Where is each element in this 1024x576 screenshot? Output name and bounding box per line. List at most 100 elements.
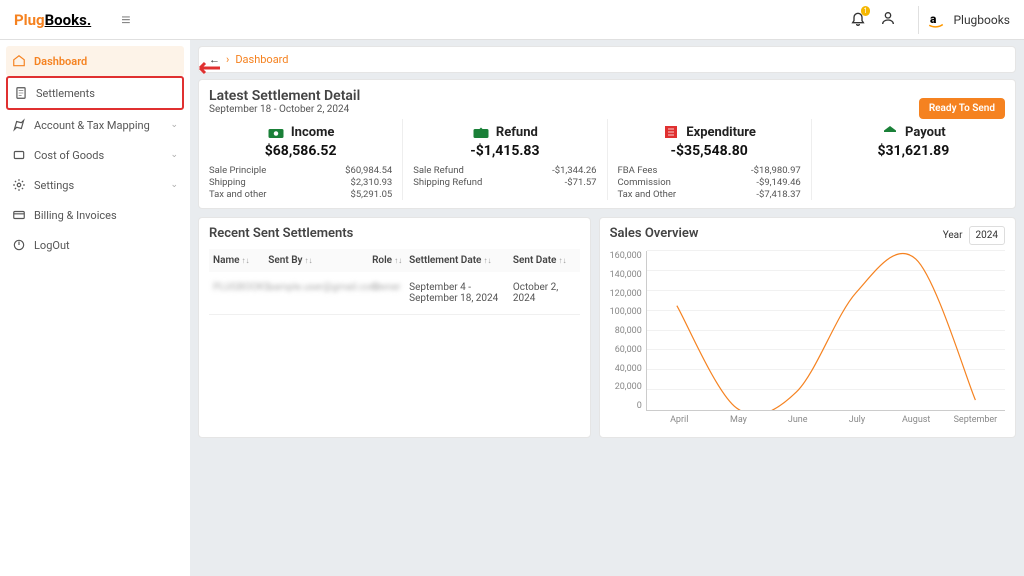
sidebar-item-settlements[interactable]: Settlements: [6, 76, 184, 110]
sort-icon: ↑↓: [305, 256, 313, 265]
recent-title: Recent Sent Settlements: [209, 226, 580, 241]
notifications-button[interactable]: 1: [850, 10, 866, 29]
breadcrumb: ← › Dashboard: [198, 46, 1016, 73]
year-label: Year: [943, 230, 963, 241]
x-tick: August: [887, 415, 946, 425]
metric-line: Sale Principle$60,984.54: [209, 165, 392, 176]
y-tick: 80,000: [615, 326, 642, 336]
metric-line: Tax and other$5,291.05: [209, 189, 392, 200]
sort-icon: ↑↓: [483, 256, 491, 265]
logo-text-books: Books.: [45, 11, 92, 29]
sidebar-item-label: Cost of Goods: [34, 149, 104, 162]
sidebar-item-label: Dashboard: [34, 55, 87, 68]
metric-line: Commission-$9,149.46: [618, 177, 801, 188]
cell-role: Owner: [372, 282, 409, 304]
ready-to-send-button[interactable]: Ready To Send: [919, 98, 1005, 119]
sales-overview-card: Sales Overview Year 2024 160,000140,0001…: [599, 217, 1016, 438]
sidebar-item-billing[interactable]: Billing & Invoices: [6, 200, 184, 230]
sidebar-item-account[interactable]: Account & Tax Mapping ⌄: [6, 110, 184, 140]
metric-refund: Refund-$1,415.83Sale Refund-$1,344.26Shi…: [403, 119, 607, 200]
sidebar-item-label: LogOut: [34, 239, 70, 252]
sidebar-item-dashboard[interactable]: Dashboard: [6, 46, 184, 76]
settlement-card: Latest Settlement Detail September 18 - …: [198, 79, 1016, 209]
hamburger-icon[interactable]: ≡: [121, 10, 130, 30]
refund-icon: [472, 123, 490, 141]
tag-icon: [12, 148, 26, 162]
payout-icon: [881, 123, 899, 141]
chevron-down-icon: ⌄: [170, 120, 178, 130]
x-tick: June: [768, 415, 827, 425]
sidebar-item-label: Settings: [34, 179, 74, 192]
col-name[interactable]: Name↑↓: [209, 255, 268, 266]
cell-sent-by: sample.user@gmail.com: [268, 282, 372, 304]
metric-total: $31,621.89: [822, 143, 1005, 159]
chart-y-axis: 160,000140,000120,000100,00080,00060,000…: [610, 251, 646, 411]
sidebar-item-label: Account & Tax Mapping: [34, 119, 150, 132]
chevron-down-icon: ⌄: [170, 150, 178, 160]
col-settle-date[interactable]: Settlement Date↑↓: [409, 255, 513, 266]
chart-x-axis: AprilMayJuneJulyAugustSeptember: [650, 415, 1005, 425]
table-row[interactable]: PLUGBOOKS sample.user@gmail.com Owner Se…: [209, 272, 580, 315]
metric-line: FBA Fees-$18,980.97: [618, 165, 801, 176]
y-tick: 20,000: [615, 382, 642, 392]
breadcrumb-sep: ›: [226, 53, 229, 66]
brand-name: Plugbooks: [953, 13, 1010, 27]
sidebar: Dashboard Settlements Account & Tax Mappin…: [0, 40, 190, 576]
cell-settle-date: September 4 - September 18, 2024: [409, 282, 513, 304]
metric-line: Sale Refund-$1,344.26: [413, 165, 596, 176]
year-selector: Year 2024: [943, 226, 1005, 245]
metric-total: -$35,548.80: [618, 143, 801, 159]
cell-name: PLUGBOOKS: [209, 282, 268, 304]
chart-line: [647, 251, 1005, 410]
svg-text:a: a: [930, 12, 937, 26]
metric-income: Income $68,586.52 Sale Principle$60,984.54…: [199, 119, 403, 200]
brand-selector[interactable]: a Plugbooks: [927, 11, 1010, 29]
card-icon: [12, 208, 26, 222]
gear-icon: [12, 178, 26, 192]
metric-total: $68,586.52: [209, 143, 392, 159]
x-tick: May: [709, 415, 768, 425]
metric-line: Tax and Other-$7,418.37: [618, 189, 801, 200]
col-sent-date[interactable]: Sent Date↑↓: [513, 255, 580, 266]
y-tick: 100,000: [610, 307, 642, 317]
logo[interactable]: PlugBooks.: [14, 11, 91, 29]
sidebar-item-settings[interactable]: Settings ⌄: [6, 170, 184, 200]
year-dropdown[interactable]: 2024: [969, 226, 1005, 245]
col-sent-by[interactable]: Sent By↑↓: [268, 255, 372, 266]
logo-text-plug: Plug: [14, 11, 45, 29]
metric-title: Expenditure: [686, 125, 756, 140]
user-icon: [880, 10, 896, 26]
sidebar-item-logout[interactable]: LogOut: [6, 230, 184, 260]
chevron-down-icon: ⌄: [170, 180, 178, 190]
chart-plot: [646, 251, 1005, 411]
sidebar-item-label: Settlements: [36, 87, 95, 100]
x-tick: April: [650, 415, 709, 425]
y-tick: 120,000: [610, 289, 642, 299]
x-tick: September: [946, 415, 1005, 425]
doc-icon: [14, 86, 28, 100]
user-menu-button[interactable]: [880, 10, 896, 29]
topbar: PlugBooks. ≡ 1 a Plugbooks: [0, 0, 1024, 40]
metric-title: Income: [291, 125, 334, 140]
metric-title: Refund: [496, 125, 538, 140]
y-tick: 140,000: [610, 270, 642, 280]
sidebar-item-cogs[interactable]: Cost of Goods ⌄: [6, 140, 184, 170]
recent-settlements-card: Recent Sent Settlements Name↑↓ Sent By↑↓…: [198, 217, 591, 438]
sort-icon: ↑↓: [242, 256, 250, 265]
col-role[interactable]: Role↑↓: [372, 255, 409, 266]
notification-badge: 1: [861, 6, 871, 16]
sort-icon: ↑↓: [558, 256, 566, 265]
sort-icon: ↑↓: [394, 256, 402, 265]
breadcrumb-link[interactable]: Dashboard: [235, 53, 288, 66]
sidebar-item-label: Billing & Invoices: [34, 209, 117, 222]
map-icon: [12, 118, 26, 132]
settlement-title: Latest Settlement Detail: [209, 88, 1005, 104]
table-header: Name↑↓ Sent By↑↓ Role↑↓ Settlement Date↑…: [209, 249, 580, 272]
metric-line: Shipping Refund-$71.57: [413, 177, 596, 188]
metric-expend: Expenditure -$35,548.80 FBA Fees-$18,980.9…: [608, 119, 812, 200]
y-tick: 40,000: [615, 364, 642, 374]
content-area: ← › Dashboard Latest Settlement Detail S…: [190, 40, 1024, 576]
metric-title: Payout: [905, 125, 946, 140]
metric-payout: Payout $31,621.89: [812, 119, 1015, 200]
power-icon: [12, 238, 26, 252]
